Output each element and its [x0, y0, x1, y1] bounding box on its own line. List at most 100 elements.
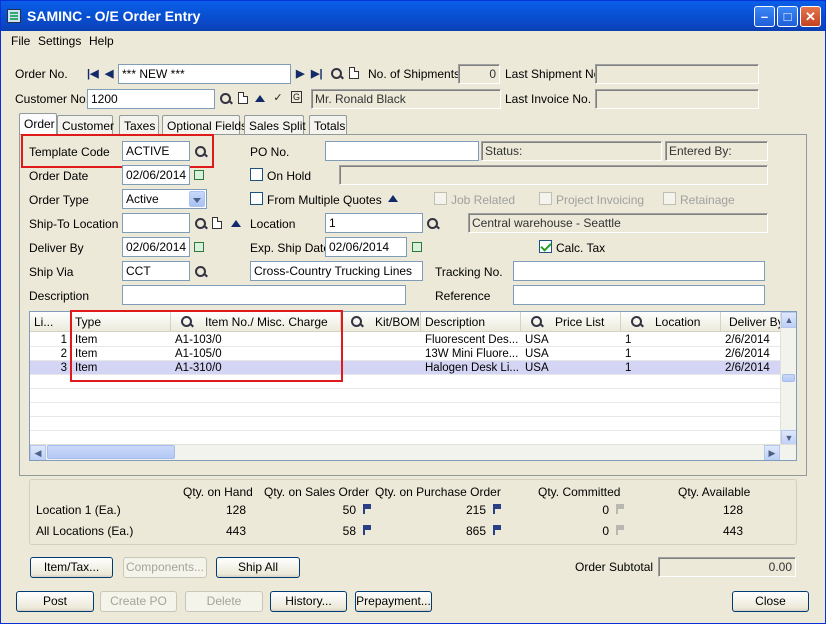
table-row-empty[interactable]	[30, 417, 782, 431]
menu-file[interactable]: File	[11, 34, 30, 48]
ship-to-finder-search-icon[interactable]	[195, 218, 207, 230]
customer-details-icon[interactable]: G	[291, 91, 302, 103]
order-finder-search-icon[interactable]	[331, 68, 343, 80]
tab-sales-split[interactable]: Sales Split	[244, 115, 306, 135]
all-locations-qty-label: All Locations (Ea.)	[36, 524, 134, 538]
table-row-empty[interactable]	[30, 389, 782, 403]
column-header-description[interactable]: Description	[421, 312, 521, 332]
delete-button[interactable]: Delete	[185, 591, 263, 612]
sales-order-flag-icon[interactable]	[362, 504, 372, 514]
prepayment-button[interactable]: Prepayment...	[355, 591, 432, 612]
deliver-by-calendar-icon[interactable]	[194, 242, 204, 252]
minimize-button[interactable]: –	[754, 6, 775, 27]
order-date-calendar-icon[interactable]	[194, 170, 204, 180]
column-header-price-list[interactable]: Price List	[521, 312, 621, 332]
vertical-scroll-thumb[interactable]	[782, 374, 795, 382]
on-hold-checkbox[interactable]	[250, 168, 263, 181]
scroll-left-icon[interactable]: ◀	[30, 445, 46, 460]
history-button[interactable]: History...	[270, 591, 347, 612]
customer-finder-search-icon[interactable]	[220, 93, 232, 105]
next-record-icon[interactable]: ▶	[296, 67, 304, 80]
menu-settings[interactable]: Settings	[38, 34, 81, 48]
item-tax-button[interactable]: Item/Tax...	[30, 557, 113, 578]
menu-help[interactable]: Help	[89, 34, 114, 48]
ship-to-new-document-icon[interactable]	[212, 217, 222, 229]
deliver-by-input[interactable]: 02/06/2014	[122, 237, 190, 257]
ship-to-input[interactable]	[122, 213, 190, 233]
tracking-no-input[interactable]	[513, 261, 765, 281]
horizontal-scroll-thumb[interactable]	[47, 445, 175, 459]
order-no-input[interactable]: *** NEW ***	[118, 64, 291, 84]
close-window-button[interactable]: ✕	[800, 6, 821, 27]
scroll-up-icon[interactable]: ▲	[781, 312, 796, 328]
job-related-checkbox[interactable]	[434, 192, 447, 205]
ship-all-button[interactable]: Ship All	[216, 557, 300, 578]
column-header-location[interactable]: Location	[621, 312, 721, 332]
num-shipments-label: No. of Shipments	[368, 67, 461, 81]
post-button[interactable]: Post	[16, 591, 94, 612]
qty-on-sales-order-header: Qty. on Sales Order	[264, 485, 370, 499]
order-type-label: Order Type	[29, 193, 89, 207]
table-row-empty[interactable]	[30, 403, 782, 417]
new-order-document-icon[interactable]	[349, 67, 359, 79]
previous-record-icon[interactable]: ◀	[105, 67, 113, 80]
reference-input[interactable]	[513, 285, 765, 305]
new-customer-document-icon[interactable]	[238, 92, 248, 104]
ship-via-description-input[interactable]: Cross-Country Trucking Lines	[250, 261, 423, 281]
tab-optional-fields[interactable]: Optional Fields	[162, 115, 247, 135]
column-header-kit-bom[interactable]: Kit/BOM	[341, 312, 421, 332]
last-shipment-label: Last Shipment No.	[505, 67, 604, 81]
location-label: Location	[250, 217, 296, 231]
location-finder-search-icon[interactable]	[427, 218, 439, 230]
last-record-icon[interactable]: ▶|	[311, 67, 323, 80]
location-column-search-icon[interactable]	[631, 316, 643, 328]
chevron-down-icon[interactable]	[189, 191, 205, 207]
description-input[interactable]	[122, 285, 406, 305]
all-sales-order-flag-icon[interactable]	[362, 525, 372, 535]
column-header-deliver-by[interactable]: Deliver By	[721, 312, 784, 332]
quotes-zoom-icon[interactable]	[388, 195, 398, 202]
customer-edit-icon[interactable]: ✓	[271, 91, 285, 105]
purchase-order-flag-icon[interactable]	[492, 504, 502, 514]
ship-via-finder-search-icon[interactable]	[195, 266, 207, 278]
table-row-empty[interactable]	[30, 431, 782, 445]
location-input[interactable]: 1	[325, 213, 423, 233]
tab-order[interactable]: Order	[19, 113, 57, 136]
customer-no-input[interactable]: 1200	[87, 89, 215, 109]
price-list-search-icon[interactable]	[531, 316, 543, 328]
zoom-up-icon[interactable]	[255, 95, 265, 102]
exp-ship-date-calendar-icon[interactable]	[412, 242, 422, 252]
retainage-label: Retainage	[680, 193, 735, 207]
maximize-button[interactable]: □	[777, 6, 798, 27]
location-description: Central warehouse - Seattle	[468, 213, 768, 233]
create-po-button[interactable]: Create PO	[100, 591, 177, 612]
po-no-input[interactable]	[325, 141, 479, 161]
close-button[interactable]: Close	[732, 591, 809, 612]
first-record-icon[interactable]: |◀	[87, 67, 99, 80]
location-on-hand: 128	[225, 503, 246, 517]
grid-horizontal-scrollbar[interactable]: ◀ ▶	[30, 444, 796, 460]
location-on-sales-order: 50	[342, 503, 356, 517]
from-multiple-quotes-checkbox[interactable]	[250, 192, 263, 205]
kit-search-icon[interactable]	[351, 316, 363, 328]
tab-customer[interactable]: Customer	[57, 115, 114, 135]
components-button[interactable]: Components...	[123, 557, 207, 578]
tab-taxes[interactable]: Taxes	[119, 115, 159, 135]
order-date-input[interactable]: 02/06/2014	[122, 165, 190, 185]
scroll-right-icon[interactable]: ▶	[764, 445, 780, 460]
cell-description: Halogen Desk Li...	[425, 362, 519, 374]
all-purchase-order-flag-icon[interactable]	[492, 525, 502, 535]
tab-totals[interactable]: Totals	[309, 115, 347, 135]
ship-to-zoom-icon[interactable]	[231, 220, 241, 227]
ship-to-label: Ship-To Location	[29, 217, 119, 231]
retainage-checkbox[interactable]	[663, 192, 676, 205]
ship-via-input[interactable]: CCT	[122, 261, 190, 281]
column-header-line[interactable]: Li...	[30, 312, 71, 332]
cell-kit	[341, 333, 421, 347]
project-invoicing-checkbox[interactable]	[539, 192, 552, 205]
order-subtotal-value: 0.00	[658, 557, 796, 577]
title-bar[interactable]: SAMINC - O/E Order Entry – □ ✕	[1, 1, 825, 31]
calc-tax-checkbox[interactable]	[539, 240, 552, 253]
grid-vertical-scrollbar[interactable]: ▲ ▼	[780, 312, 796, 446]
exp-ship-date-input[interactable]: 02/06/2014	[325, 237, 407, 257]
